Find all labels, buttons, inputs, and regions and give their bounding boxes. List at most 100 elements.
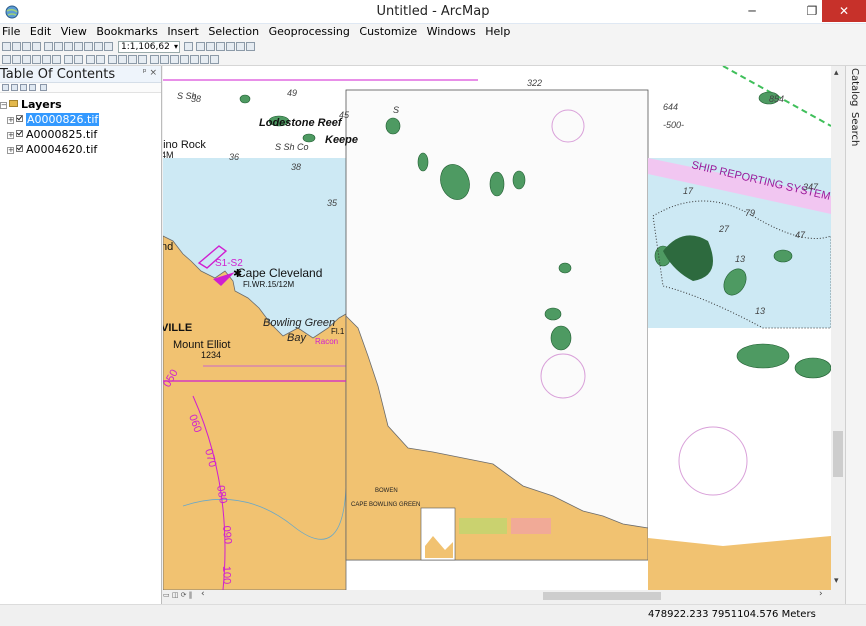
editor-toolbar-icon[interactable] [184,42,193,51]
swipe-icon[interactable] [210,55,219,64]
menu-help[interactable]: Help [482,24,513,40]
zoom-out-icon[interactable] [12,55,21,64]
light-label: Fl.1 [331,327,345,336]
back-extent-icon[interactable] [64,55,73,64]
full-extent-icon[interactable] [32,55,41,64]
layer-item[interactable]: + A0000826.tif [0,112,161,127]
layer-item[interactable]: + A0000825.tif [0,127,161,142]
select-features-icon[interactable] [86,55,95,64]
list-by-drawing-order-icon[interactable] [2,84,9,91]
measure-icon[interactable] [150,55,159,64]
open-icon[interactable] [12,42,21,51]
minimize-button[interactable]: ─ [738,0,766,22]
keeper-label: Keepe [325,134,358,146]
layer-label[interactable]: A0000826.tif [26,113,100,126]
save-icon[interactable] [22,42,31,51]
data-layout-view-tabs[interactable]: ▭ ◫ ⟳ ‖ [163,591,192,599]
list-by-visibility-icon[interactable] [20,84,27,91]
reef [550,325,572,351]
catalog-window-icon[interactable] [206,42,215,51]
pan-icon[interactable] [22,55,31,64]
time-slider-icon[interactable] [190,55,199,64]
layer-label[interactable]: A0004620.tif [26,143,97,156]
scrollbar-thumb[interactable] [543,592,661,600]
layer-item[interactable]: + A0004620.tif [0,142,161,157]
find-icon[interactable] [160,55,169,64]
menu-customize[interactable]: Customize [356,24,420,40]
catalog-tab[interactable]: Catalog [849,68,860,106]
collapse-icon[interactable]: − [0,102,7,109]
scroll-down-icon[interactable]: ▾ [834,576,839,586]
search-window-icon[interactable] [216,42,225,51]
hyperlink-icon[interactable] [128,55,137,64]
bowling-green-label: Bowling Green [263,317,335,329]
arctoolbox-icon[interactable] [226,42,235,51]
layers-root[interactable]: − Layers [0,97,161,112]
menu-edit[interactable]: Edit [27,24,54,40]
create-viewer-window-icon[interactable] [200,55,209,64]
scroll-up-icon[interactable]: ▴ [834,68,839,78]
map-vertical-scrollbar[interactable]: ▴ ▾ [831,66,845,590]
scroll-left-icon[interactable]: ‹ [201,589,205,599]
list-by-selection-icon[interactable] [29,84,36,91]
go-to-xy-icon[interactable] [180,55,189,64]
find-route-icon[interactable] [170,55,179,64]
model-builder-icon[interactable] [246,42,255,51]
reef [302,133,316,143]
delete-icon[interactable] [74,42,83,51]
depth-sounding: 47 [795,230,806,240]
reef [417,152,429,172]
new-document-icon[interactable] [2,42,11,51]
search-tab[interactable]: Search [849,112,860,146]
expand-icon[interactable]: + [7,147,14,154]
chart-legend-swatch [459,518,507,534]
map-display[interactable]: SHIP REPORTING SYSTEM (S ✱ S Sh Lodeston… [163,66,831,590]
bay-label: Bay [287,332,307,344]
paste-icon[interactable] [64,42,73,51]
depth-sounding: 854 [769,94,784,104]
scrollbar-thumb[interactable] [833,431,843,477]
html-popup-icon[interactable] [138,55,147,64]
reef [239,94,251,104]
cut-icon[interactable] [44,42,53,51]
redo-icon[interactable] [94,42,103,51]
forward-extent-icon[interactable] [74,55,83,64]
menu-bookmarks[interactable]: Bookmarks [93,24,160,40]
layer-label[interactable]: A0000825.tif [26,128,97,141]
fixed-zoom-out-icon[interactable] [52,55,61,64]
menu-file[interactable]: File [0,24,23,40]
menu-geoprocessing[interactable]: Geoprocessing [266,24,353,40]
layer-visibility-checkbox[interactable] [16,115,23,122]
list-by-source-icon[interactable] [11,84,18,91]
chevron-down-icon[interactable]: ▾ [174,42,178,52]
copy-icon[interactable] [54,42,63,51]
map-horizontal-scrollbar[interactable]: ‹ › [199,589,827,601]
undo-icon[interactable] [84,42,93,51]
map-scale-combobox[interactable]: 1:1,106,62 ▾ [118,41,180,53]
clear-selection-icon[interactable] [96,55,105,64]
layer-visibility-checkbox[interactable] [16,130,23,137]
expand-icon[interactable]: + [7,132,14,139]
fixed-zoom-in-icon[interactable] [42,55,51,64]
depth-sounding: 13 [755,306,765,316]
reef [512,170,526,190]
expand-icon[interactable]: + [7,117,14,124]
print-icon[interactable] [32,42,41,51]
identify-icon[interactable] [118,55,127,64]
scroll-right-icon[interactable]: › [819,589,823,599]
add-data-icon[interactable] [104,42,113,51]
layer-visibility-checkbox[interactable] [16,145,23,152]
menu-selection[interactable]: Selection [205,24,262,40]
python-window-icon[interactable] [236,42,245,51]
zoom-in-icon[interactable] [2,55,11,64]
menu-view[interactable]: View [58,24,90,40]
depth-sounding: 644 [663,102,678,112]
toc-window-icon[interactable] [196,42,205,51]
close-button[interactable]: ✕ [822,0,866,22]
toc-pin-close-icon[interactable]: ᵖ × [143,68,157,78]
toc-options-icon[interactable] [40,84,47,91]
menu-windows[interactable]: Windows [424,24,479,40]
depth-sounding: 17 [683,186,694,196]
menu-insert[interactable]: Insert [164,24,202,40]
select-elements-icon[interactable] [108,55,117,64]
